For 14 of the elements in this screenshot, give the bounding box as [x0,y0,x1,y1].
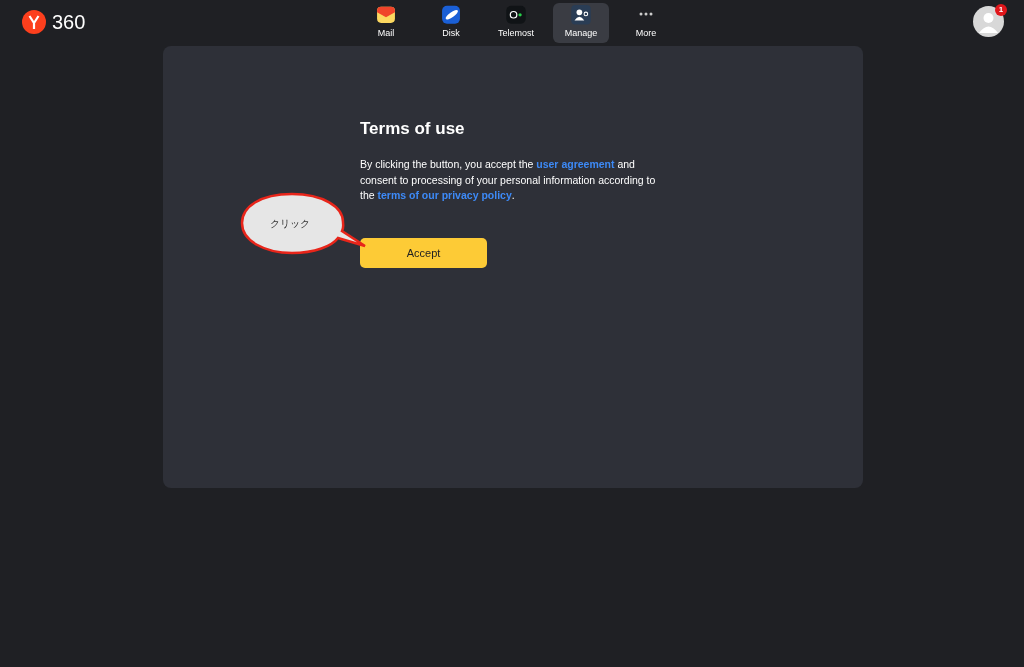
terms-title: Terms of use [360,119,466,140]
terms-text: By clicking the button, you accept the user agreement and consent to processing of your personal information according to the terms of our privacy policy. [360,157,657,204]
nav-tab[interactable]: More [618,3,674,43]
callout-text: クリック [270,217,310,231]
notification-badge: 1 [995,4,1007,16]
nav-tab[interactable]: Manage [553,3,609,43]
text-link[interactable]: user agreement [536,158,615,171]
logo-text[interactable]: 360 [52,12,86,32]
avatar[interactable]: 1 [973,6,1004,37]
nav-tab[interactable]: Telemost [488,3,544,43]
nav-tab[interactable]: Mail [358,3,414,43]
accept-button[interactable]: Accept [360,237,487,268]
nav-tab[interactable]: Disk [423,3,479,43]
text-link[interactable]: terms of our privacy policy [377,189,512,202]
